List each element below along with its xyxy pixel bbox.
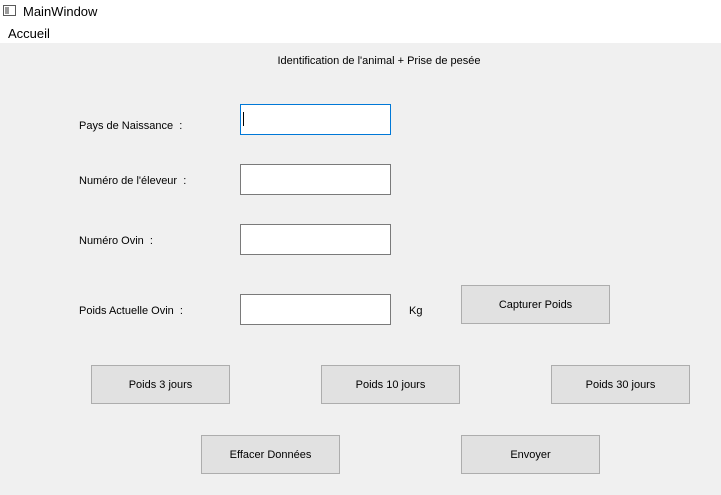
- numero-eleveur-input[interactable]: [240, 164, 391, 195]
- effacer-donnees-button[interactable]: Effacer Données: [201, 435, 340, 474]
- poids-actuelle-input[interactable]: [240, 294, 391, 325]
- numero-ovin-label: Numéro Ovin :: [79, 235, 153, 247]
- text-caret: [243, 112, 244, 126]
- title-bar: MainWindow: [0, 0, 721, 23]
- poids-3-jours-button[interactable]: Poids 3 jours: [91, 365, 230, 404]
- menu-item-accueil[interactable]: Accueil: [8, 26, 50, 41]
- window-title: MainWindow: [23, 4, 98, 19]
- pays-naissance-input[interactable]: [240, 104, 391, 135]
- poids-actuelle-label: Poids Actuelle Ovin :: [79, 305, 183, 317]
- menu-bar: Accueil: [0, 23, 721, 43]
- pays-naissance-label: Pays de Naissance :: [79, 120, 183, 132]
- numero-ovin-input[interactable]: [240, 224, 391, 255]
- poids-10-jours-button[interactable]: Poids 10 jours: [321, 365, 460, 404]
- capturer-poids-button[interactable]: Capturer Poids: [461, 285, 610, 324]
- form-heading: Identification de l'animal + Prise de pe…: [277, 55, 481, 67]
- envoyer-button[interactable]: Envoyer: [461, 435, 600, 474]
- app-window-icon: [3, 5, 16, 16]
- numero-eleveur-label: Numéro de l'éleveur :: [79, 175, 187, 187]
- poids-30-jours-button[interactable]: Poids 30 jours: [551, 365, 690, 404]
- weight-unit-label: Kg: [409, 305, 423, 317]
